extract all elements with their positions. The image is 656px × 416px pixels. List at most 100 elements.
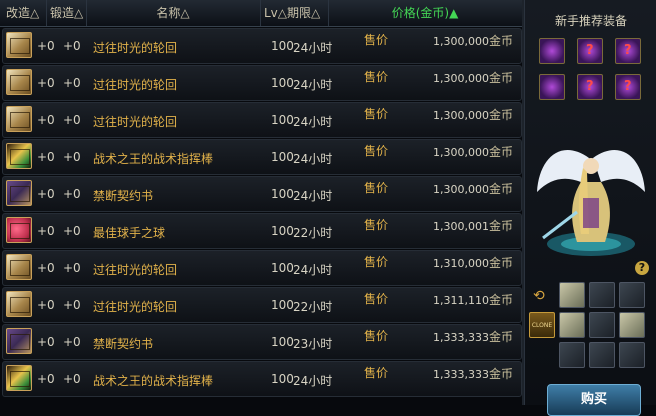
equip-slot-coat-icon[interactable]: [559, 312, 585, 338]
price-label: 售价: [364, 255, 389, 269]
book-icon[interactable]: [6, 32, 32, 58]
item-name: 过往时光的轮回: [93, 115, 178, 129]
item-level: 100: [271, 261, 294, 275]
item-name: 过往时光的轮回: [93, 300, 178, 314]
book-icon[interactable]: [6, 291, 32, 317]
swap-icon[interactable]: ⟲: [533, 288, 545, 304]
item-duration: 22小时: [293, 226, 333, 240]
table-row[interactable]: +0 +0 过往时光的轮回 100 24小时 售价 1,300,000金币: [2, 102, 522, 138]
price-label: 售价: [364, 218, 389, 232]
item-price: 1,300,001金币: [433, 219, 513, 233]
table-row[interactable]: +0 +0 过往时光的轮回 100 24小时 售价 1,310,000金币: [2, 250, 522, 286]
forge-level: +0: [63, 335, 81, 349]
upgrade-level: +0: [37, 372, 55, 386]
item-price: 1,333,333金币: [433, 367, 513, 381]
forge-level: +0: [63, 261, 81, 275]
table-row[interactable]: +0 +0 过往时光的轮回 100 24小时 售价 1,300,000金币: [2, 65, 522, 101]
upgrade-level: +0: [37, 187, 55, 201]
item-duration: 24小时: [293, 189, 333, 203]
equip-slot-hair-icon[interactable]: [559, 282, 585, 308]
item-name: 过往时光的轮回: [93, 78, 178, 92]
item-level: 100: [271, 372, 294, 386]
item-level: 100: [271, 150, 294, 164]
item-price: 1,300,000金币: [433, 182, 513, 196]
equip-slot-pants-icon[interactable]: [559, 342, 585, 368]
item-duration: 24小时: [293, 374, 333, 388]
item-name: 战术之王的战术指挥棒: [93, 152, 214, 166]
item-price: 1,300,000金币: [433, 34, 513, 48]
item-name: 禁断契约书: [93, 189, 154, 203]
sort-lv-duration-header[interactable]: Lv△期限△: [260, 0, 329, 26]
ball-icon[interactable]: [6, 217, 32, 243]
rec-slot-unknown-icon[interactable]: [577, 74, 603, 100]
equip-slot-skin-icon[interactable]: [619, 342, 645, 368]
forge-level: +0: [63, 298, 81, 312]
item-level: 100: [271, 224, 294, 238]
sort-price-header[interactable]: 价格(金币)▲: [328, 0, 522, 26]
table-row[interactable]: +0 +0 过往时光的轮回 100 22小时 售价 1,311,110金币: [2, 287, 522, 323]
upgrade-level: +0: [37, 113, 55, 127]
forge-level: +0: [63, 39, 81, 53]
price-label: 售价: [364, 292, 389, 306]
book-icon[interactable]: [6, 254, 32, 280]
item-price: 1,333,333金币: [433, 330, 513, 344]
upgrade-level: +0: [37, 224, 55, 238]
table-row[interactable]: +0 +0 禁断契约书 100 23小时 售价 1,333,333金币: [2, 324, 522, 360]
price-label: 售价: [364, 181, 389, 195]
item-level: 100: [271, 187, 294, 201]
forge-level: +0: [63, 372, 81, 386]
item-duration: 23小时: [293, 337, 333, 351]
item-level: 100: [271, 39, 294, 53]
price-label: 售价: [364, 366, 389, 380]
equip-slot-cap-icon[interactable]: [589, 282, 615, 308]
upgrade-level: +0: [37, 261, 55, 275]
item-duration: 24小时: [293, 41, 333, 55]
item-level: 100: [271, 335, 294, 349]
price-label: 售价: [364, 144, 389, 158]
table-row[interactable]: +0 +0 战术之王的战术指挥棒 100 24小时 售价 1,300,000金币: [2, 139, 522, 175]
table-row[interactable]: +0 +0 战术之王的战术指挥棒 100 24小时 售价 1,333,333金币: [2, 361, 522, 397]
price-label: 售价: [364, 107, 389, 121]
equip-slot-belt-icon[interactable]: [619, 312, 645, 338]
buy-button[interactable]: 购买: [547, 384, 641, 416]
table-row[interactable]: +0 +0 禁断契约书 100 24小时 售价 1,300,000金币: [2, 176, 522, 212]
item-duration: 24小时: [293, 115, 333, 129]
help-icon[interactable]: ?: [635, 261, 649, 275]
equip-slot-shoes-icon[interactable]: [589, 342, 615, 368]
item-level: 100: [271, 76, 294, 90]
rec-slot-unknown-icon[interactable]: [615, 74, 641, 100]
table-row[interactable]: +0 +0 最佳球手之球 100 22小时 售价 1,300,001金币: [2, 213, 522, 249]
item-price: 1,310,000金币: [433, 256, 513, 270]
forge-level: +0: [63, 113, 81, 127]
baton-icon[interactable]: [6, 365, 32, 391]
rec-slot-armor-icon[interactable]: [539, 74, 565, 100]
item-name: 禁断契约书: [93, 337, 154, 351]
sort-forge-header[interactable]: 锻造△: [46, 0, 87, 26]
character-avatar: [537, 150, 645, 256]
item-name: 过往时光的轮回: [93, 41, 178, 55]
book-icon[interactable]: [6, 106, 32, 132]
item-duration: 24小时: [293, 263, 333, 277]
sort-upgrade-header[interactable]: 改造△: [0, 0, 47, 26]
clone-slot-icon[interactable]: CLONE: [529, 312, 555, 338]
item-level: 100: [271, 113, 294, 127]
book-icon[interactable]: [6, 69, 32, 95]
sort-name-header[interactable]: 名称△: [86, 0, 261, 26]
rec-slot-unknown-icon[interactable]: [615, 38, 641, 64]
upgrade-level: +0: [37, 298, 55, 312]
forge-level: +0: [63, 224, 81, 238]
rec-slot-unknown-icon[interactable]: [577, 38, 603, 64]
equip-slot-neck-icon[interactable]: [589, 312, 615, 338]
baton-icon[interactable]: [6, 143, 32, 169]
item-price: 1,311,110金币: [433, 293, 513, 307]
price-label: 售价: [364, 33, 389, 47]
rec-slot-weapon-icon[interactable]: [539, 38, 565, 64]
table-row[interactable]: +0 +0 过往时光的轮回 100 24小时 售价 1,300,000金币: [2, 28, 522, 64]
panel-title: 新手推荐装备: [554, 14, 627, 28]
item-name: 战术之王的战术指挥棒: [93, 374, 214, 388]
forge-level: +0: [63, 76, 81, 90]
scroll-icon[interactable]: [6, 180, 32, 206]
equip-slot-face-icon[interactable]: [619, 282, 645, 308]
scroll-icon[interactable]: [6, 328, 32, 354]
item-duration: 24小时: [293, 152, 333, 166]
